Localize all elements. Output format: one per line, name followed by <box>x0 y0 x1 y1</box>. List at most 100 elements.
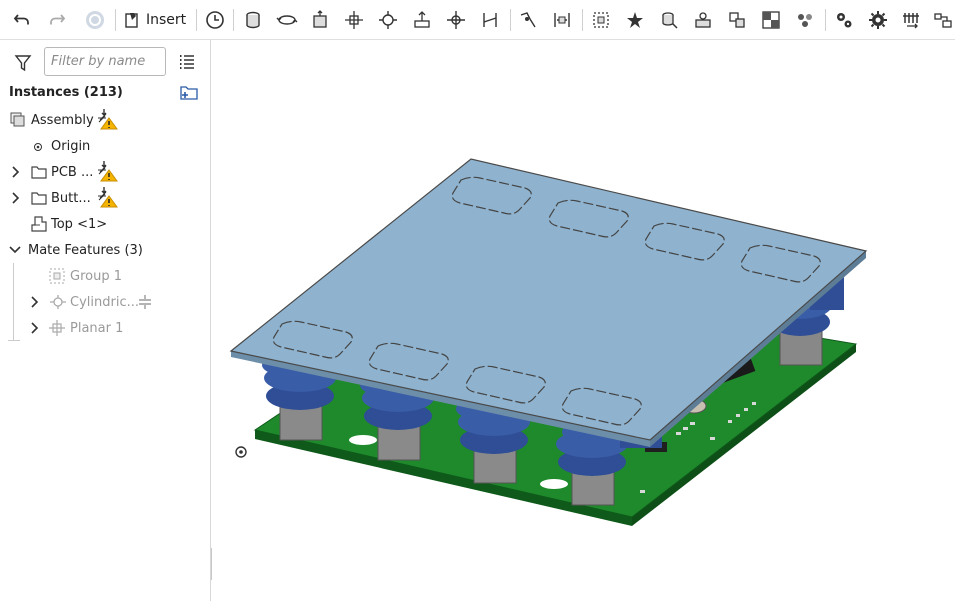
tree-item-planar-1[interactable]: Planar 1 <box>0 315 210 341</box>
chevron-right-icon[interactable] <box>27 295 41 309</box>
mate-connector-icon <box>627 12 643 28</box>
instances-title: Instances (213) <box>9 85 123 100</box>
tangent-mate-button[interactable] <box>516 6 540 34</box>
group-button[interactable] <box>589 6 613 34</box>
chevron-down-icon[interactable] <box>8 243 22 257</box>
warning-icon <box>96 186 118 212</box>
fastened-mate-icon <box>246 11 260 29</box>
ball-mate-button[interactable] <box>444 6 468 34</box>
chevron-right-icon[interactable] <box>27 321 41 335</box>
origin-marker <box>235 446 247 458</box>
parallel-mate-button[interactable] <box>478 6 502 34</box>
part-instance-icon <box>31 216 47 236</box>
tree-item-label: Planar 1 <box>70 320 124 336</box>
graphics-viewport[interactable] <box>212 41 955 601</box>
mate-connector-button[interactable] <box>623 6 647 34</box>
planar-mate-icon <box>49 320 65 340</box>
cylindrical-mate-icon <box>49 294 67 314</box>
list-view-icon[interactable] <box>178 53 196 75</box>
filter-icon[interactable] <box>14 54 32 76</box>
planar-mate-button[interactable] <box>342 6 366 34</box>
display-states-icon <box>762 11 780 29</box>
slider-mate-icon <box>313 10 327 28</box>
gear-relation-button[interactable] <box>725 6 749 34</box>
regenerate-icon <box>86 11 104 29</box>
assembly-icon <box>10 112 26 132</box>
toolbar-separator <box>510 9 511 31</box>
redo-button[interactable] <box>45 6 69 34</box>
chevron-right-icon[interactable] <box>8 191 22 205</box>
slider-mate-button[interactable] <box>308 6 332 34</box>
tree-item-label: Assembly <box>31 112 94 128</box>
tree-item-pcb-folder[interactable]: PCB ... <box>0 159 210 185</box>
tree-item-top-part[interactable]: Top <1> <box>0 211 210 237</box>
warning-icon <box>96 108 118 134</box>
insert-icon <box>125 13 138 28</box>
undo-button[interactable] <box>10 6 34 34</box>
mate-relation-icon <box>695 12 711 28</box>
revolute-mate-icon <box>276 15 298 25</box>
width-mate-button[interactable] <box>550 6 574 34</box>
create-folder-icon[interactable] <box>179 84 199 104</box>
main-toolbar: Insert <box>0 0 955 40</box>
revolute-mate-button[interactable] <box>275 6 299 34</box>
tree-item-label: Top <1> <box>51 216 108 232</box>
assembly-3d-model[interactable] <box>212 41 955 601</box>
pin-slot-mate-icon <box>414 11 430 28</box>
filter-row <box>0 40 210 82</box>
mate-relation-button[interactable] <box>691 6 715 34</box>
limits-icon <box>138 295 152 313</box>
origin-icon <box>33 141 43 156</box>
filter-by-name-input[interactable] <box>44 47 166 76</box>
replicate-button[interactable] <box>657 6 681 34</box>
tree-item-label: Butt... <box>51 190 91 206</box>
linear-pattern-icon <box>903 13 919 29</box>
group-icon <box>593 12 609 28</box>
tree-item-assembly[interactable]: Assembly <box>0 107 210 133</box>
display-states-button[interactable] <box>759 6 783 34</box>
instance-list-panel: Instances (213) Assembly Origin PCB ... <box>0 40 211 601</box>
toolbar-separator <box>115 9 116 31</box>
tree-item-label: Group 1 <box>70 268 122 284</box>
gear-icon <box>869 11 887 29</box>
transform-button[interactable] <box>932 6 954 34</box>
parallel-mate-icon <box>483 13 497 27</box>
gear-relation-icon <box>729 12 745 28</box>
width-mate-icon <box>554 13 570 27</box>
tree-item-buttons-folder[interactable]: Butt... <box>0 185 210 211</box>
tree-item-label: Origin <box>51 138 91 154</box>
tree-item-label: PCB ... <box>51 164 94 180</box>
pin-slot-mate-button[interactable] <box>410 6 434 34</box>
folder-icon <box>31 165 47 183</box>
cylindrical-mate-button[interactable] <box>376 6 400 34</box>
transform-icon <box>934 13 952 28</box>
chevron-right-icon[interactable] <box>8 165 22 179</box>
settings-button[interactable] <box>866 6 890 34</box>
toolbar-separator <box>825 9 826 31</box>
explode-button[interactable] <box>793 6 817 34</box>
replicate-icon <box>662 12 678 29</box>
tree-item-origin[interactable]: Origin <box>0 133 210 159</box>
tree-item-group-1[interactable]: Group 1 <box>0 263 210 289</box>
gears-icon <box>837 13 852 28</box>
tree-item-label: Cylindric... <box>70 294 139 310</box>
folder-icon <box>31 191 47 209</box>
fastened-mate-button[interactable] <box>241 6 265 34</box>
warning-icon <box>96 160 118 186</box>
simulation-button[interactable] <box>832 6 856 34</box>
insert-button[interactable]: Insert <box>124 6 188 34</box>
toolbar-separator <box>196 9 197 31</box>
ball-mate-icon <box>447 11 465 29</box>
linear-pattern-button[interactable] <box>899 6 923 34</box>
tree-item-label: Mate Features (3) <box>28 242 143 258</box>
toolbar-separator <box>233 9 234 31</box>
redo-icon <box>50 14 66 25</box>
history-button[interactable] <box>203 6 227 34</box>
toolbar-separator <box>582 9 583 31</box>
undo-icon <box>13 14 29 25</box>
explode-icon <box>798 14 812 27</box>
tree-item-mate-features[interactable]: Mate Features (3) <box>0 237 210 263</box>
regenerate-button[interactable] <box>82 6 108 34</box>
tree-item-cylindrical[interactable]: Cylindric... <box>0 289 210 315</box>
planar-mate-icon <box>345 11 363 29</box>
